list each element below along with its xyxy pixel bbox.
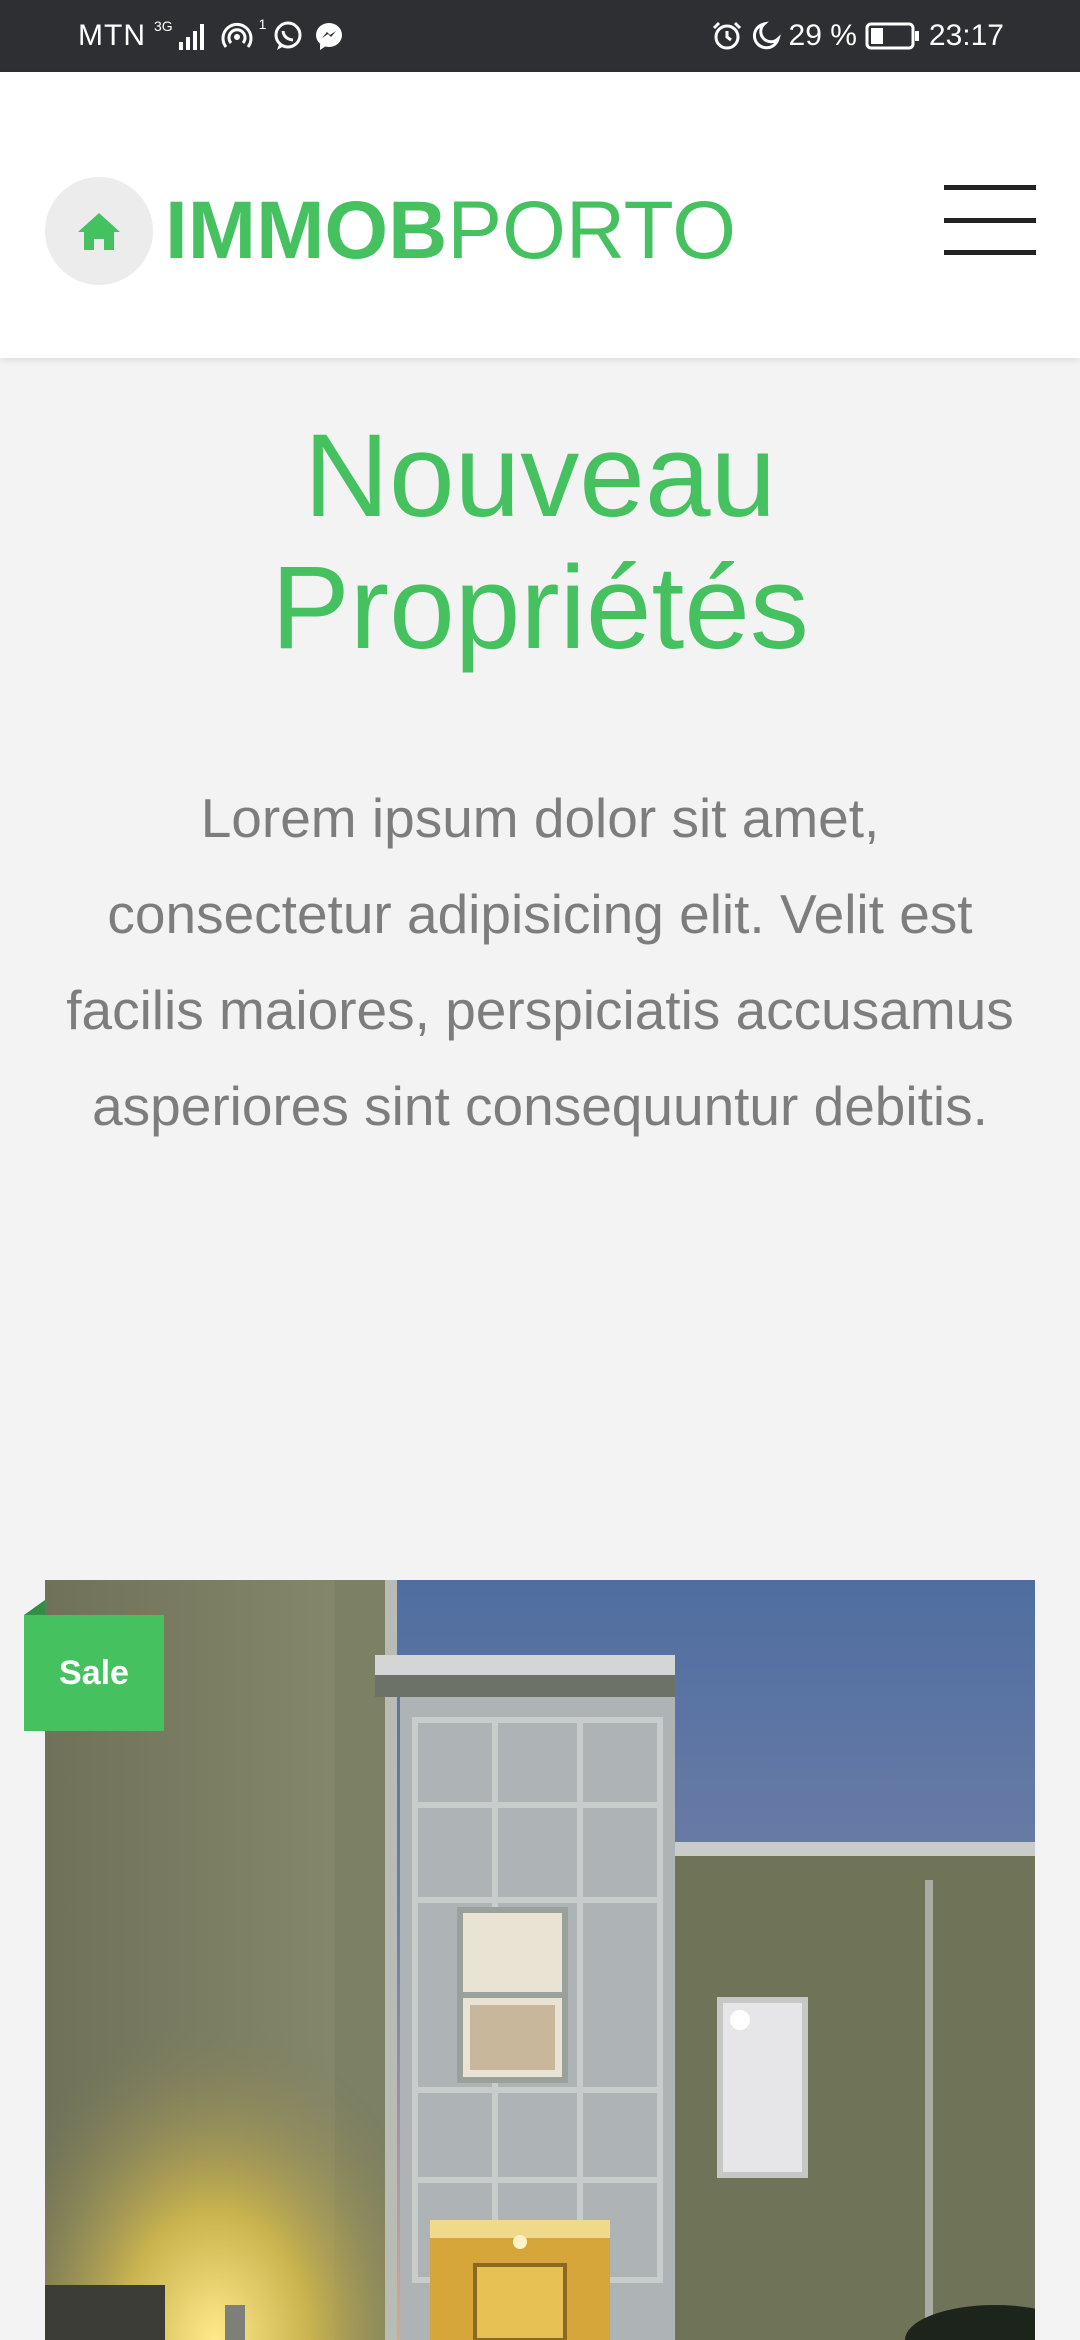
moon-icon (751, 21, 781, 51)
site-header: IMMOBPORTO (0, 72, 1080, 358)
carrier-name: MTN (78, 19, 146, 52)
sale-badge-fold (24, 1600, 45, 1615)
status-bar-right: 29 % 23:17 (711, 0, 1004, 72)
intro-text: Lorem ipsum dolor sit amet, consectetur … (66, 787, 1014, 1137)
site-logo[interactable]: IMMOBPORTO (45, 177, 736, 285)
signal-icon (178, 22, 209, 50)
property-image (45, 1580, 1035, 2340)
hotspot-icon (221, 20, 253, 52)
menu-button[interactable] (944, 185, 1036, 255)
status-bar-left: MTN 3G 1 (78, 0, 344, 72)
sim-number: 1 (258, 16, 267, 32)
whatsapp-icon (272, 20, 304, 52)
battery-icon (865, 21, 921, 51)
alarm-icon (711, 20, 743, 52)
property-card[interactable] (45, 1580, 1035, 2340)
battery-percentage: 29 % (788, 19, 857, 52)
status-bar: MTN 3G 1 29 % 23:17 (0, 0, 1080, 72)
logo-text-bold: IMMOB (165, 185, 448, 276)
logo-badge (45, 177, 153, 285)
page-title: Nouveau Propriétés (0, 410, 1080, 674)
clock: 23:17 (928, 19, 1004, 52)
home-icon (76, 211, 122, 251)
messenger-icon (314, 21, 344, 51)
page-title-line-2: Propriétés (271, 542, 809, 674)
page-title-line-1: Nouveau (303, 410, 777, 542)
network-type: 3G (153, 18, 173, 34)
logo-text: IMMOBPORTO (165, 190, 736, 272)
sale-badge: Sale (24, 1615, 164, 1731)
logo-text-light: PORTO (447, 185, 737, 276)
